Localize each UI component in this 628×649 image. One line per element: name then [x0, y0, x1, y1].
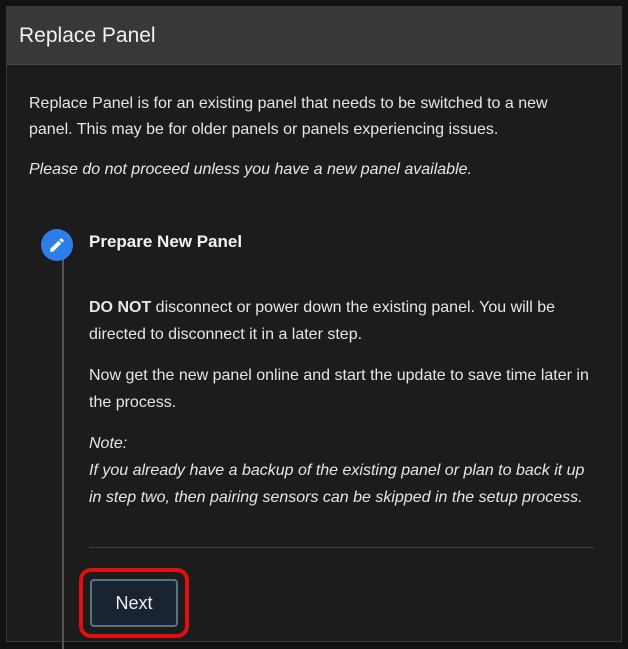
note-label: Note: [89, 435, 128, 452]
dialog-header: Replace Panel [7, 7, 621, 65]
step-connector-line [62, 259, 64, 649]
note-text: If you already have a backup of the exis… [89, 462, 585, 506]
replace-panel-dialog: Replace Panel Replace Panel is for an ex… [6, 6, 622, 649]
next-button[interactable]: Next [90, 579, 178, 627]
intro-warning: Please do not proceed unless you have a … [29, 161, 472, 178]
do-not-emphasis: DO NOT [89, 299, 152, 316]
step-paragraph-1: DO NOT disconnect or power down the exis… [89, 294, 594, 348]
step-body: DO NOT disconnect or power down the exis… [89, 294, 594, 511]
intro-description: Replace Panel is for an existing panel t… [29, 95, 548, 138]
step-title: Prepare New Panel [89, 232, 243, 251]
dialog-title: Replace Panel [19, 23, 156, 47]
pencil-icon [41, 229, 73, 261]
step-paragraph-1-text: disconnect or power down the existing pa… [89, 299, 556, 343]
step-paragraph-2: Now get the new panel online and start t… [89, 367, 589, 411]
step-note: Note: If you already have a backup of th… [89, 430, 594, 511]
step-divider [89, 547, 594, 548]
